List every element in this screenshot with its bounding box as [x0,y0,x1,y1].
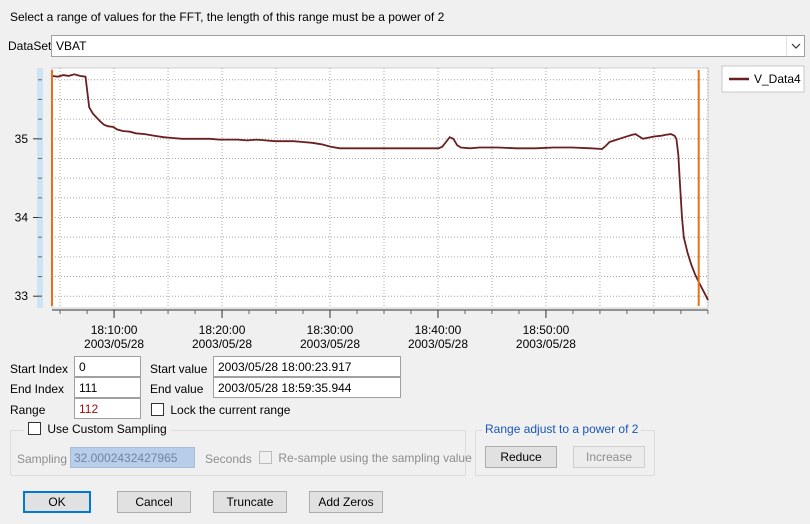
x-tick-label-date: 2003/05/28 [84,337,144,351]
sampling-label: Sampling [17,452,68,466]
dataset-select[interactable]: VBAT [51,35,805,57]
range-adjust-title: Range adjust to a power of 2 [482,422,642,436]
chevron-down-icon[interactable] [786,36,804,56]
checkbox-box[interactable] [28,422,41,436]
y-tick-label: 34 [15,211,29,225]
reduce-button[interactable]: Reduce [485,446,557,468]
instruction-text: Select a range of values for the FFT, th… [10,10,445,24]
custom-sampling-label: Use Custom Sampling [47,421,167,436]
start-value-field[interactable]: 2003/05/28 18:00:23.917 [213,356,401,377]
start-value-label: Start value [150,362,208,376]
end-value-field[interactable]: 2003/05/28 18:59:35.944 [213,377,401,398]
x-tick-label-date: 2003/05/28 [408,337,468,351]
sampling-field[interactable]: 32.0002432427965 [70,447,195,468]
truncate-button[interactable]: Truncate [213,491,287,513]
end-index-field[interactable]: 111 [74,377,141,398]
seconds-label: Seconds [205,452,252,466]
resample-checkbox[interactable]: Re-sample using the sampling value [259,450,472,465]
x-tick-label-date: 2003/05/28 [192,337,252,351]
x-tick-label-time: 18:30:00 [307,323,354,337]
x-tick-label-time: 18:40:00 [415,323,462,337]
end-index-label: End Index [10,382,65,396]
y-tick-label: 33 [15,289,29,303]
end-value-label: End value [150,382,204,396]
checkbox-box[interactable] [151,403,164,417]
x-tick-label-date: 2003/05/28 [516,337,576,351]
add-zeros-button[interactable]: Add Zeros [309,491,383,513]
cancel-button[interactable]: Cancel [117,491,191,513]
y-axis-strip [37,68,43,308]
increase-button[interactable]: Increase [573,446,645,468]
chart-panel: 33 34 35 18:10:00 2003/05/28 18:20:00 2003/05/… [0,64,810,356]
lock-range-checkbox[interactable]: Lock the current range [151,402,290,417]
lock-range-label: Lock the current range [170,402,291,417]
start-index-label: Start Index [10,362,69,376]
plot-area [51,67,709,309]
dataset-value: VBAT [56,39,87,53]
y-tick-label: 35 [15,132,29,146]
dataset-label: DataSet [8,39,52,53]
voltage-chart[interactable]: 33343518:10:002003/05/2818:20:002003/05/… [0,64,810,356]
x-tick-label-date: 2003/05/28 [300,337,360,351]
ok-button[interactable]: OK [23,491,91,513]
range-field[interactable]: 112 [74,398,141,419]
legend-label: V_Data4 [754,72,801,86]
range-label: Range [10,403,46,417]
resample-label: Re-sample using the sampling value [278,450,472,465]
custom-sampling-checkbox[interactable]: Use Custom Sampling [24,421,171,436]
start-index-field[interactable]: 0 [74,356,141,377]
x-tick-label-time: 18:10:00 [91,323,138,337]
checkbox-box[interactable] [259,451,272,465]
x-tick-label-time: 18:20:00 [199,323,246,337]
x-tick-label-time: 18:50:00 [523,323,570,337]
